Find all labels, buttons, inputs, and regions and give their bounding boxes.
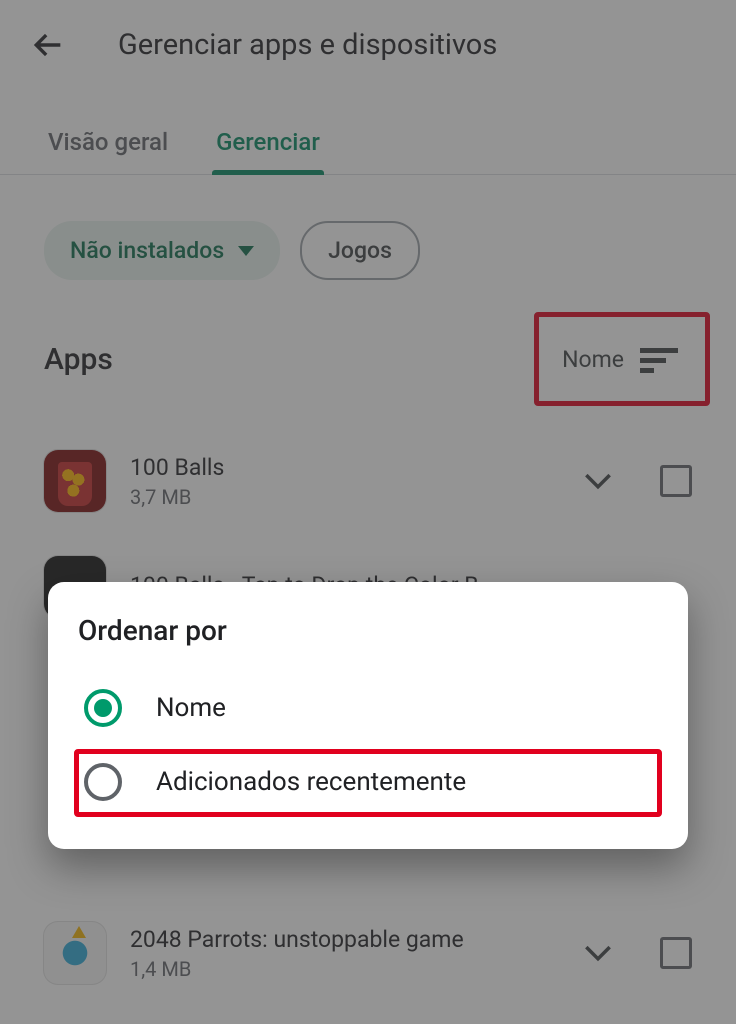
chevron-down-icon: [584, 944, 612, 962]
radio-label: Nome: [156, 693, 226, 723]
arrow-left-icon: [32, 28, 66, 62]
app-size: 1,4 MB: [130, 957, 554, 981]
list-item[interactable]: 100 Balls 3,7 MB: [44, 428, 692, 534]
select-checkbox[interactable]: [660, 465, 692, 497]
sort-dialog: Ordenar por Nome Adicionados recentement…: [48, 582, 688, 849]
expand-button[interactable]: [578, 461, 618, 501]
filter-games[interactable]: Jogos: [300, 221, 420, 280]
tabs: Visão geral Gerenciar: [0, 116, 736, 175]
annotation-highlight: [74, 749, 662, 817]
dialog-title: Ordenar por: [78, 614, 658, 647]
tab-manage[interactable]: Gerenciar: [212, 116, 324, 174]
annotation-highlight: [534, 312, 710, 406]
select-checkbox[interactable]: [660, 937, 692, 969]
expand-button[interactable]: [578, 933, 618, 973]
radio-checked-icon: [84, 689, 122, 727]
app-icon: [44, 450, 106, 512]
app-name: 100 Balls: [130, 454, 554, 481]
caret-down-icon: [238, 246, 254, 256]
chip-label: Não instalados: [70, 237, 224, 264]
filter-not-installed[interactable]: Não instalados: [44, 221, 280, 280]
back-button[interactable]: [28, 24, 70, 66]
chip-label: Jogos: [328, 237, 392, 264]
tab-overview[interactable]: Visão geral: [44, 116, 172, 174]
sort-button[interactable]: Nome: [544, 330, 692, 388]
sort-option-name[interactable]: Nome: [78, 671, 658, 745]
sort-option-recent[interactable]: Adicionados recentemente: [78, 745, 658, 819]
filter-chips: Não instalados Jogos: [0, 175, 736, 280]
app-icon: [44, 922, 106, 984]
app-name: 2048 Parrots: unstoppable game: [130, 926, 554, 953]
chevron-down-icon: [584, 472, 612, 490]
section-title: Apps: [44, 342, 113, 377]
page-title: Gerenciar apps e dispositivos: [118, 28, 497, 62]
app-size: 3,7 MB: [130, 485, 554, 509]
list-item[interactable]: 2048 Parrots: unstoppable game 1,4 MB: [44, 900, 692, 1006]
